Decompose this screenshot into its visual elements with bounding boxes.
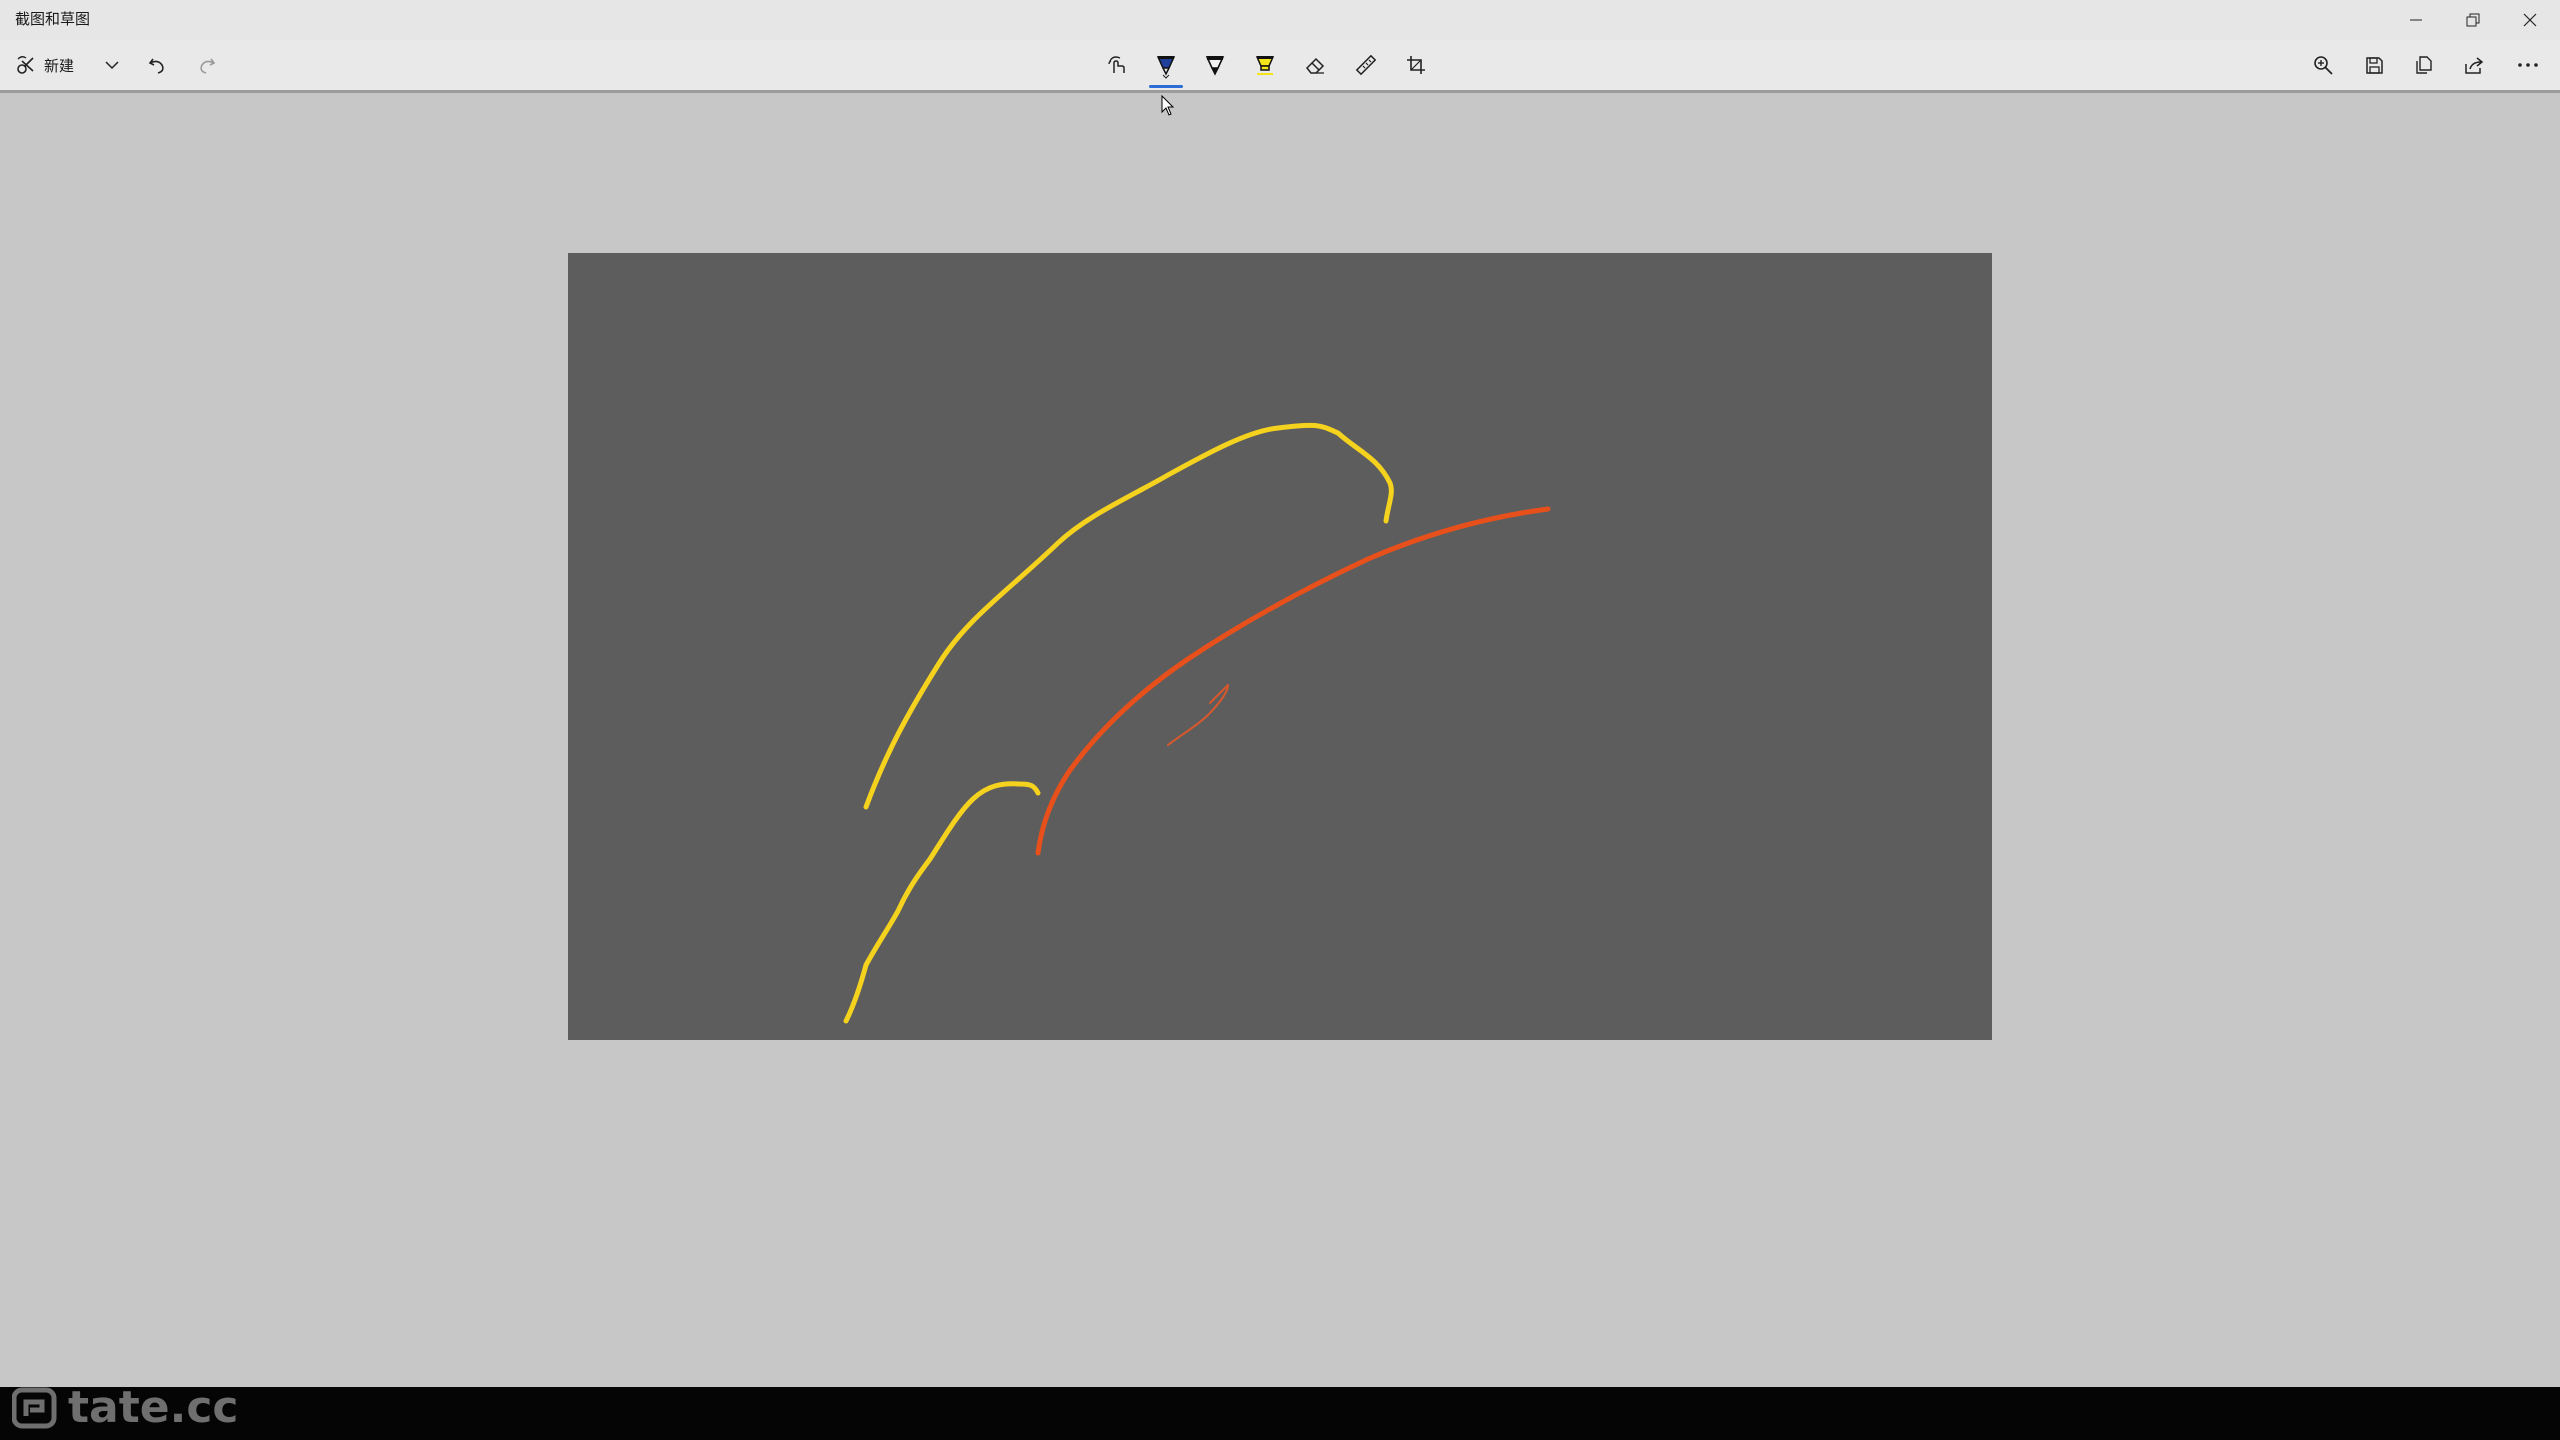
close-icon	[2523, 13, 2537, 27]
save-button[interactable]	[2359, 40, 2389, 90]
close-button[interactable]	[2502, 0, 2558, 40]
minimize-button[interactable]	[2388, 0, 2444, 40]
title-bar: 截图和草图	[0, 0, 2560, 40]
toolbar: 新建	[0, 40, 2560, 93]
pencil-button[interactable]	[1198, 40, 1232, 90]
more-options-button[interactable]	[2512, 40, 2544, 90]
zoom-icon	[2314, 56, 2333, 75]
orange-stroke-long	[1035, 506, 1551, 856]
ballpoint-pen-button[interactable]	[1141, 40, 1191, 90]
redo-button[interactable]	[192, 40, 222, 90]
watermark: tate.cc	[12, 1382, 238, 1433]
restore-icon	[2466, 13, 2480, 27]
yellow-stroke-upper	[863, 422, 1394, 810]
snip-and-sketch-window: 截图和草图 新建	[0, 0, 2560, 1387]
chevron-down-icon	[105, 61, 119, 70]
orange-stroke-small	[1167, 684, 1229, 746]
new-snip-button[interactable]: 新建	[14, 40, 74, 90]
watermark-logo-icon	[12, 1387, 57, 1428]
snip-image[interactable]	[568, 253, 1992, 1040]
copy-icon	[2416, 56, 2432, 74]
yellow-stroke-lower	[843, 781, 1041, 1024]
share-icon	[2465, 57, 2484, 74]
redo-icon	[200, 58, 216, 74]
snip-new-icon	[17, 56, 34, 74]
minimize-icon	[2410, 19, 2422, 21]
copy-button[interactable]	[2409, 40, 2439, 90]
highlighter-button[interactable]	[1248, 40, 1282, 90]
new-snip-options-button[interactable]	[100, 40, 124, 90]
ruler-button[interactable]	[1349, 40, 1383, 90]
restore-button[interactable]	[2445, 0, 2501, 40]
highlighter-icon	[1255, 56, 1275, 75]
mouse-cursor-icon	[1161, 95, 1175, 116]
watermark-text: tate.cc	[68, 1382, 239, 1433]
pencil-icon	[1205, 56, 1225, 76]
new-snip-label: 新建	[44, 56, 75, 75]
zoom-button[interactable]	[2308, 40, 2338, 90]
eraser-icon	[1305, 57, 1325, 74]
more-icon	[2518, 63, 2538, 67]
touch-writing-icon	[1108, 56, 1125, 73]
ruler-icon	[1355, 54, 1377, 76]
ink-layer	[843, 422, 1551, 1024]
eraser-button[interactable]	[1298, 40, 1332, 90]
undo-icon	[148, 58, 164, 74]
taskbar	[0, 1387, 2560, 1440]
undo-button[interactable]	[142, 40, 172, 90]
window-title: 截图和草图	[15, 10, 91, 28]
tool-options-chevron-icon	[1162, 74, 1170, 79]
save-icon	[2366, 57, 2383, 74]
crop-icon	[1407, 56, 1425, 74]
touch-writing-button[interactable]	[1100, 40, 1134, 90]
share-button[interactable]	[2459, 40, 2489, 90]
crop-button[interactable]	[1399, 40, 1433, 90]
active-tool-indicator	[1149, 85, 1183, 88]
